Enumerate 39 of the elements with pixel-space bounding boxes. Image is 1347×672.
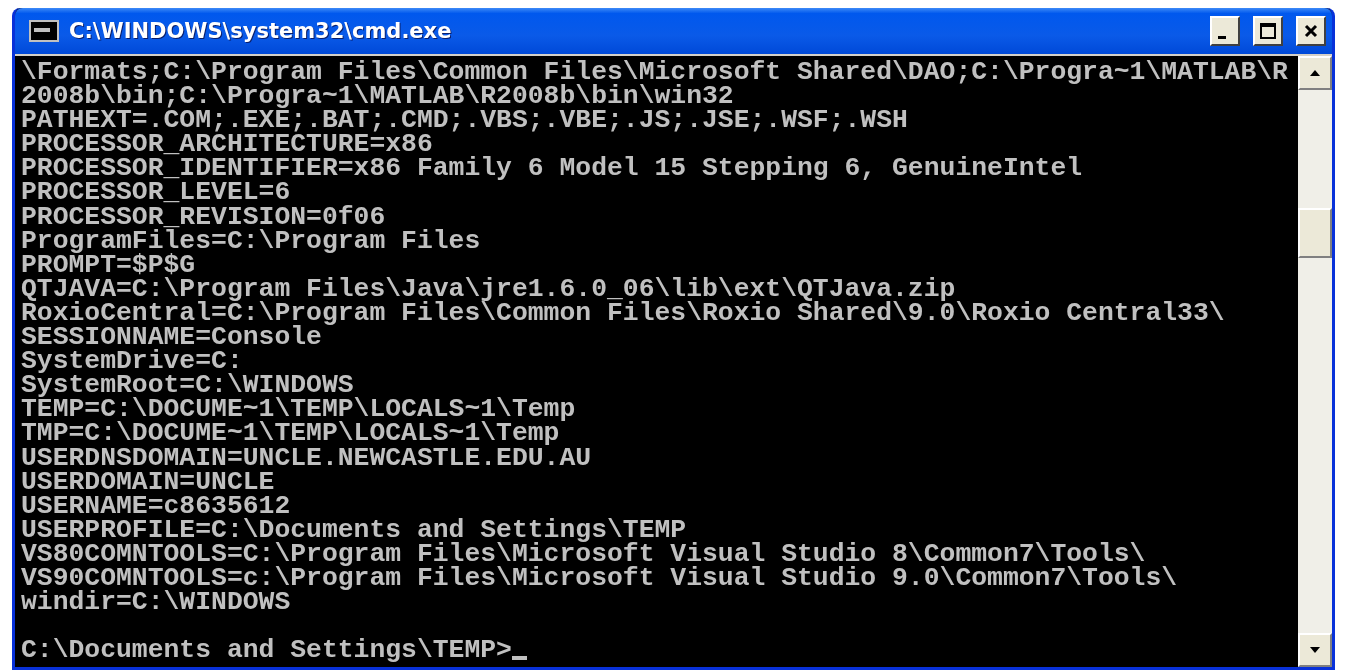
console-output-line: SESSIONNAME=Console [21, 325, 322, 350]
scroll-thumb[interactable] [1298, 208, 1332, 258]
command-prompt: C:\Documents and Settings\TEMP> [21, 638, 512, 663]
console-output-line: \Formats;C:\Program Files\Common Files\Microsoft Shared\DAO;C:\Progra~1\MATLAB\R [21, 60, 1288, 85]
console-output-line: TEMP=C:\DOCUME~1\TEMP\LOCALS~1\Temp [21, 397, 576, 422]
console-output-line: USERDNSDOMAIN=UNCLE.NEWCASTLE.EDU.AU [21, 445, 592, 470]
console-output-line: TMP=C:\DOCUME~1\TEMP\LOCALS~1\Temp [21, 421, 560, 446]
console-output-line: windir=C:\WINDOWS [21, 590, 291, 615]
console-output-line: PROCESSOR_REVISION=0f06 [21, 204, 386, 229]
console-output-line: VS80COMNTOOLS=C:\Program Files\Microsoft Visual Studio 8\Common7\Tools\ [21, 541, 1146, 566]
close-icon [1303, 23, 1319, 39]
console-output-line: QTJAVA=C:\Program Files\Java\jre1.6.0_06\lib\ext\QTJava.zip [21, 276, 956, 301]
console-output-line: USERDOMAIN=UNCLE [21, 469, 275, 494]
console-output-line: USERNAME=c8635612 [21, 493, 291, 518]
window-title: C:\WINDOWS\system32\cmd.exe [69, 19, 453, 43]
text-cursor [511, 656, 527, 661]
console-app-icon [29, 20, 59, 42]
maximize-button[interactable] [1253, 16, 1283, 46]
console-output-line: RoxioCentral=C:\Program Files\Common Files\Roxio Shared\9.0\Roxio Central33\ [21, 300, 1225, 326]
console-output-line: PATHEXT=.COM;.EXE;.BAT;.CMD;.VBS;.VBE;.JS;.JSE;.WSF;.WSH [21, 108, 908, 133]
console-output-line: PROCESSOR_IDENTIFIER=x86 Family 6 Model 15 Stepping 6, GenuineIntel [21, 156, 1083, 181]
close-button[interactable] [1296, 16, 1326, 46]
up-triangle-icon [1309, 69, 1321, 77]
console-output-line: SystemRoot=C:\WINDOWS [21, 373, 354, 398]
console-output-line: USERPROFILE=C:\Documents and Settings\TEMP [21, 517, 687, 542]
minimize-icon [1218, 35, 1226, 39]
minimize-button[interactable] [1210, 16, 1240, 46]
vertical-scrollbar[interactable] [1298, 56, 1332, 667]
scroll-down-button[interactable] [1298, 633, 1332, 667]
console-output-line: PROCESSOR_ARCHITECTURE=x86 [21, 132, 433, 157]
scroll-up-button[interactable] [1298, 56, 1332, 90]
console-output-line: VS90COMNTOOLS=c:\Program Files\Microsoft Visual Studio 9.0\Common7\Tools\ [21, 565, 1178, 591]
console-output-line: SystemDrive=C: [21, 349, 243, 374]
maximize-icon [1259, 22, 1277, 40]
console-output-line: 2008b\bin;C:\Progra~1\MATLAB\R2008b\bin\win32 [21, 84, 734, 109]
down-triangle-icon [1309, 646, 1321, 654]
console-output-line: PROCESSOR_LEVEL=6 [21, 180, 291, 205]
console-output-line: PROMPT=$P$G [21, 252, 196, 277]
console-output-line: ProgramFiles=C:\Program Files [21, 228, 481, 253]
